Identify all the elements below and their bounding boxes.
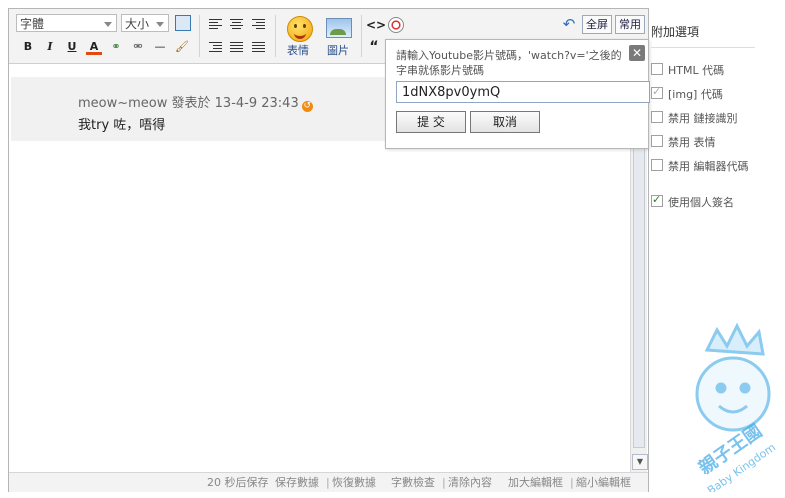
cancel-button[interactable]: 取消 xyxy=(470,111,540,133)
toolbar-divider xyxy=(199,15,200,57)
bold-button[interactable]: B xyxy=(20,39,36,55)
option-html-code[interactable]: HTML 代碼 xyxy=(651,62,724,78)
undo-icon[interactable]: ↶ xyxy=(561,16,577,32)
option-disable-editor-code[interactable]: 禁用 編輯器代碼 xyxy=(651,158,749,174)
save-data-link[interactable]: 保存數據 xyxy=(275,473,319,492)
youtube-dialog: 請輸入Youtube影片號碼，'watch?v='之後的字串就係影片號碼 ✕ 提… xyxy=(385,39,650,149)
jump-to-post-icon[interactable]: ↺ xyxy=(301,101,313,112)
submit-button[interactable]: 提 交 xyxy=(396,111,466,133)
text-color-button[interactable]: A xyxy=(86,39,102,55)
emoticon-label[interactable]: 表情 xyxy=(287,42,309,58)
divider: | xyxy=(570,476,574,489)
checkbox[interactable] xyxy=(651,85,663,99)
size-select-label: 大小 xyxy=(125,17,150,31)
enlarge-editor-link[interactable]: 加大編輯框 xyxy=(508,473,563,492)
toolbar-divider xyxy=(275,15,276,57)
post-message: 我try 咗，唔得 xyxy=(78,118,166,133)
option-disable-link-detect[interactable]: 禁用 鏈接識別 xyxy=(651,110,738,126)
checkbox[interactable] xyxy=(651,135,663,147)
divider xyxy=(651,47,755,48)
close-icon[interactable]: ✕ xyxy=(629,45,645,61)
checkbox[interactable] xyxy=(651,111,663,123)
clear-format-icon[interactable]: 🖌 xyxy=(174,39,190,55)
chevron-down-icon xyxy=(104,22,112,27)
indent-icon[interactable] xyxy=(209,42,222,53)
restore-data-link[interactable]: 恢復數據 xyxy=(332,473,376,492)
size-select[interactable]: 大小 xyxy=(121,14,169,32)
shrink-editor-link[interactable]: 縮小編輯框 xyxy=(576,473,631,492)
link-icon[interactable]: ⚭ xyxy=(108,39,124,55)
baby-kingdom-watermark-logo: 親子王國 Baby Kingdom xyxy=(694,322,778,492)
autosave-text: 20 秒后保存 xyxy=(207,476,269,489)
youtube-prompt: 請輸入Youtube影片號碼，'watch?v='之後的字串就係影片號碼 xyxy=(396,49,622,77)
checkbox[interactable] xyxy=(651,159,663,171)
checkbox[interactable] xyxy=(651,63,663,75)
divider: | xyxy=(442,476,446,489)
unlink-icon[interactable]: ⚮ xyxy=(130,39,146,55)
option-img-code[interactable]: [img] 代碼 xyxy=(651,85,723,102)
code-icon[interactable]: <> xyxy=(366,17,386,33)
clear-content-link[interactable]: 清除內容 xyxy=(448,473,492,492)
align-center-icon[interactable] xyxy=(230,19,243,30)
italic-button[interactable]: I xyxy=(42,39,58,55)
word-count-link[interactable]: 字數檢查 xyxy=(391,473,435,492)
ordered-list-icon[interactable] xyxy=(230,42,243,53)
option-label: [img] 代碼 xyxy=(668,88,723,101)
extra-options-title: 附加選項 xyxy=(651,25,700,39)
media-icon[interactable] xyxy=(388,17,404,33)
option-label: 禁用 鏈接識別 xyxy=(668,112,738,125)
font-select[interactable]: 字體 xyxy=(16,14,117,32)
underline-button[interactable]: U xyxy=(64,39,80,55)
option-disable-emoticons[interactable]: 禁用 表情 xyxy=(651,134,716,150)
option-use-signature[interactable]: 使用個人簽名 xyxy=(651,193,734,210)
image-label[interactable]: 圖片 xyxy=(327,42,349,58)
option-label: 禁用 表情 xyxy=(668,136,716,149)
unordered-list-icon[interactable] xyxy=(252,42,265,53)
fullscreen-button[interactable]: 全屏 xyxy=(582,15,612,34)
image-icon[interactable] xyxy=(326,18,352,38)
option-label: 使用個人簽名 xyxy=(668,196,734,209)
font-select-label: 字體 xyxy=(20,17,45,31)
author-text: meow~meow 發表於 13-4-9 23:43 xyxy=(78,96,299,111)
checkbox[interactable] xyxy=(651,193,663,207)
divider: | xyxy=(326,476,330,489)
common-button[interactable]: 常用 xyxy=(615,15,645,34)
youtube-id-input[interactable] xyxy=(396,81,650,103)
chevron-down-icon xyxy=(156,22,164,27)
post-author-line: meow~meow 發表於 13-4-9 23:43 ↺ xyxy=(78,92,313,112)
quote-icon[interactable]: “ xyxy=(366,39,382,55)
toolbar-divider xyxy=(361,15,362,57)
horizontal-rule-button[interactable]: — xyxy=(152,39,168,55)
align-left-icon[interactable] xyxy=(209,19,222,30)
option-label: HTML 代碼 xyxy=(668,64,725,77)
option-label: 禁用 編輯器代碼 xyxy=(668,160,749,173)
scroll-down-icon[interactable]: ▼ xyxy=(632,454,648,470)
table-icon[interactable] xyxy=(175,15,191,31)
editor-statusbar: 20 秒后保存 保存數據 | 恢復數據 字數檢查 | 清除內容 加大編輯框 | … xyxy=(9,472,648,492)
emoticon-icon[interactable] xyxy=(287,16,313,42)
align-right-icon[interactable] xyxy=(252,19,265,30)
